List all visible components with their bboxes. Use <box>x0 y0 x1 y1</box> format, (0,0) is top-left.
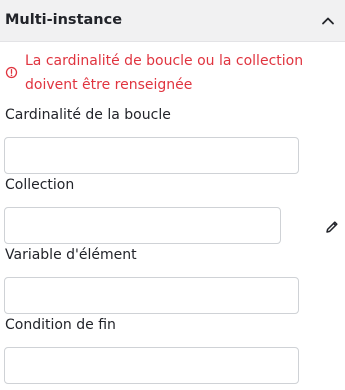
element-variable-label: Variable d'élément <box>5 247 137 263</box>
section-title: Multi-instance <box>5 12 123 28</box>
validation-error-text: La cardinalité de boucle ou la collectio… <box>25 49 340 97</box>
loop-cardinality-input[interactable] <box>4 137 299 174</box>
chevron-up-icon[interactable] <box>320 13 336 29</box>
error-line-2: doivent être renseignée <box>25 77 193 93</box>
loop-cardinality-label: Cardinalité de la boucle <box>5 107 171 123</box>
completion-condition-label: Condition de fin <box>5 317 116 333</box>
element-variable-input[interactable] <box>4 277 299 314</box>
pencil-icon[interactable] <box>324 219 340 235</box>
error-line-1: La cardinalité de boucle ou la collectio… <box>25 53 304 69</box>
collection-label: Collection <box>5 177 75 193</box>
completion-condition-input[interactable] <box>4 347 299 384</box>
collection-input[interactable] <box>4 207 281 244</box>
warning-circle-icon <box>5 66 18 79</box>
multi-instance-header[interactable]: Multi-instance <box>0 0 345 42</box>
